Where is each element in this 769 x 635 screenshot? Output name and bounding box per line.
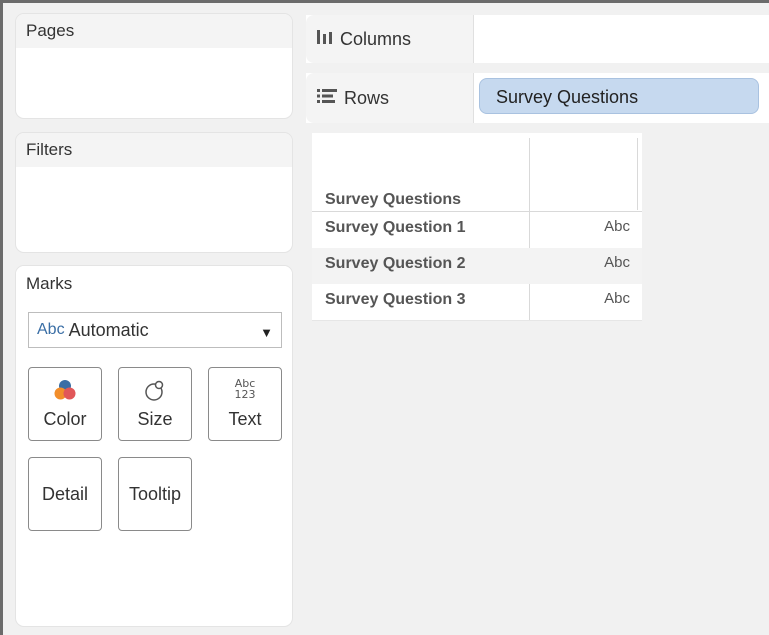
text-button[interactable]: Abc 123 Text xyxy=(208,367,282,441)
detail-label: Detail xyxy=(41,484,89,504)
rows-label-text: Rows xyxy=(344,87,390,108)
columns-label-text: Columns xyxy=(340,28,412,49)
marks-title: Marks xyxy=(16,266,292,302)
table-row[interactable]: Survey Question 1 Abc xyxy=(312,212,642,248)
view-table: Survey Questions Survey Question 1 Abc S… xyxy=(312,133,642,321)
size-label: Size xyxy=(137,409,173,429)
chevron-down-icon: ▼ xyxy=(260,325,273,340)
color-icon xyxy=(29,378,101,404)
columns-icon xyxy=(316,29,334,50)
rows-icon xyxy=(316,88,338,109)
pages-shelf-title: Pages xyxy=(16,14,292,48)
row-header-title[interactable]: Survey Questions xyxy=(325,191,461,209)
columns-shelf-label: Columns xyxy=(306,15,474,63)
mark-type-dropdown[interactable]: Abc Automatic ▼ xyxy=(28,312,282,348)
text-icon-123: 123 xyxy=(234,388,256,401)
row-header-cell[interactable]: Survey Question 3 xyxy=(325,291,466,309)
window-frame-left xyxy=(0,0,3,635)
filters-shelf-title: Filters xyxy=(16,133,292,167)
rows-shelf-label: Rows xyxy=(306,73,474,123)
row-header-cell[interactable]: Survey Question 1 xyxy=(325,219,466,237)
header-right-divider xyxy=(637,138,638,210)
size-button[interactable]: Size xyxy=(118,367,192,441)
table-bottom-border xyxy=(312,320,642,321)
marks-card: Marks Abc Automatic ▼ Color Size Abc 123 xyxy=(16,266,292,626)
size-icon xyxy=(119,378,191,404)
mark-type-value: Automatic xyxy=(68,319,149,340)
tooltip-button[interactable]: Tooltip xyxy=(118,457,192,531)
columns-shelf[interactable]: Columns xyxy=(306,15,769,63)
row-header-cell[interactable]: Survey Question 2 xyxy=(325,255,466,273)
value-cell[interactable]: Abc xyxy=(604,254,630,271)
table-row[interactable]: Survey Question 3 Abc xyxy=(312,284,642,320)
color-button[interactable]: Color xyxy=(28,367,102,441)
abc-icon: Abc xyxy=(37,321,65,338)
text-icon: Abc 123 xyxy=(209,376,281,402)
window-frame-top xyxy=(0,0,769,3)
filters-shelf[interactable]: Filters xyxy=(16,133,292,252)
value-cell[interactable]: Abc xyxy=(604,218,630,235)
table-row[interactable]: Survey Question 2 Abc xyxy=(312,248,642,284)
text-label: Text xyxy=(228,409,262,429)
rows-shelf[interactable]: Rows Survey Questions xyxy=(306,73,769,123)
pages-shelf[interactable]: Pages xyxy=(16,14,292,118)
value-cell[interactable]: Abc xyxy=(604,290,630,307)
survey-questions-pill[interactable]: Survey Questions xyxy=(479,78,759,114)
tooltip-label: Tooltip xyxy=(128,484,182,504)
detail-button[interactable]: Detail xyxy=(28,457,102,531)
color-label: Color xyxy=(43,409,87,429)
